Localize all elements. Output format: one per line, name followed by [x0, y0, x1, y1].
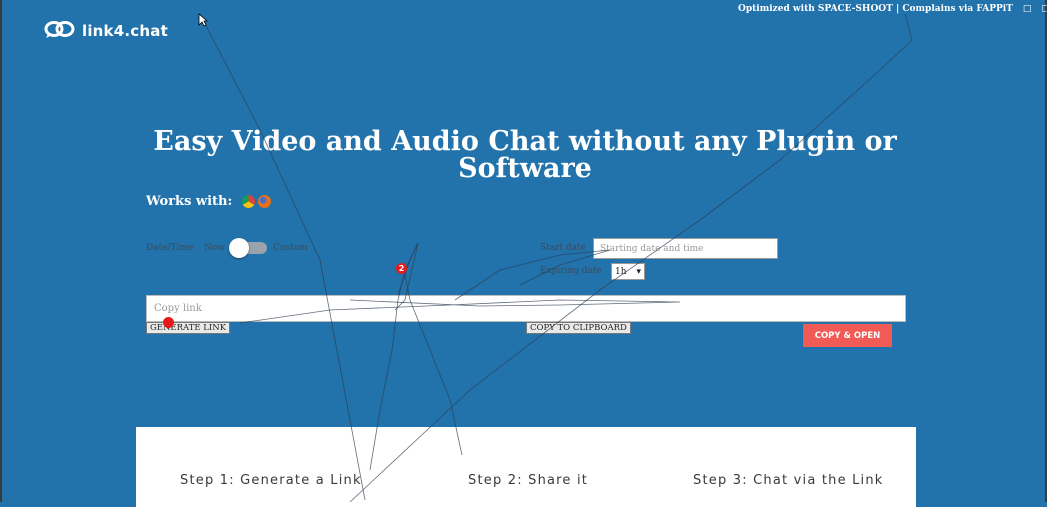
- expiring-date-label: Expiring date: [540, 266, 602, 276]
- copy-and-open-button[interactable]: COPY & OPEN: [803, 324, 892, 347]
- now-label: Now: [204, 243, 225, 253]
- step-1: Step 1: Generate a Link: [180, 473, 362, 488]
- copy-to-clipboard-button[interactable]: COPY TO CLIPBOARD: [526, 322, 631, 334]
- chat-bubbles-icon: [44, 20, 76, 42]
- marker-dot: [163, 317, 174, 328]
- top-right-text[interactable]: Optimized with SPACE-SHOOT | Complains v…: [738, 4, 1013, 14]
- brand-name: link4.chat: [82, 22, 168, 40]
- firefox-icon: [258, 195, 272, 208]
- hero-title: Easy Video and Audio Chat without any Pl…: [153, 126, 897, 184]
- start-date-label: Start date: [540, 243, 586, 253]
- step-2: Step 2: Share it: [468, 473, 589, 488]
- datetime-label: Date/Time: [146, 243, 194, 253]
- start-date-input[interactable]: [593, 238, 778, 259]
- window-border-left: [0, 0, 2, 502]
- mouse-cursor-icon: [198, 12, 209, 31]
- chevron-down-icon: ▾: [636, 266, 641, 277]
- brand-logo[interactable]: link4.chat: [44, 20, 168, 42]
- copy-link-input[interactable]: [146, 295, 906, 322]
- datetime-toggle[interactable]: [229, 238, 267, 258]
- chrome-icon: [242, 195, 256, 208]
- step-3: Step 3: Chat via the Link: [693, 473, 884, 488]
- window-square-icon[interactable]: □: [1023, 4, 1032, 14]
- window-square-icon[interactable]: □: [1041, 4, 1047, 14]
- toggle-knob[interactable]: [229, 238, 249, 258]
- expiring-value: 1h: [615, 266, 627, 277]
- steps-panel: Step 1: Generate a Link Step 2: Share it…: [136, 427, 916, 507]
- generate-link-button[interactable]: GENERATE LINK: [146, 322, 231, 334]
- works-with-label: Works with:: [146, 194, 233, 209]
- marker-2: 2: [396, 263, 407, 274]
- top-right-bar: Optimized with SPACE-SHOOT | Complains v…: [738, 4, 1047, 14]
- expiring-select[interactable]: 1h ▾: [611, 263, 645, 280]
- custom-label: Custom: [273, 243, 308, 253]
- works-with: Works with:: [146, 194, 272, 209]
